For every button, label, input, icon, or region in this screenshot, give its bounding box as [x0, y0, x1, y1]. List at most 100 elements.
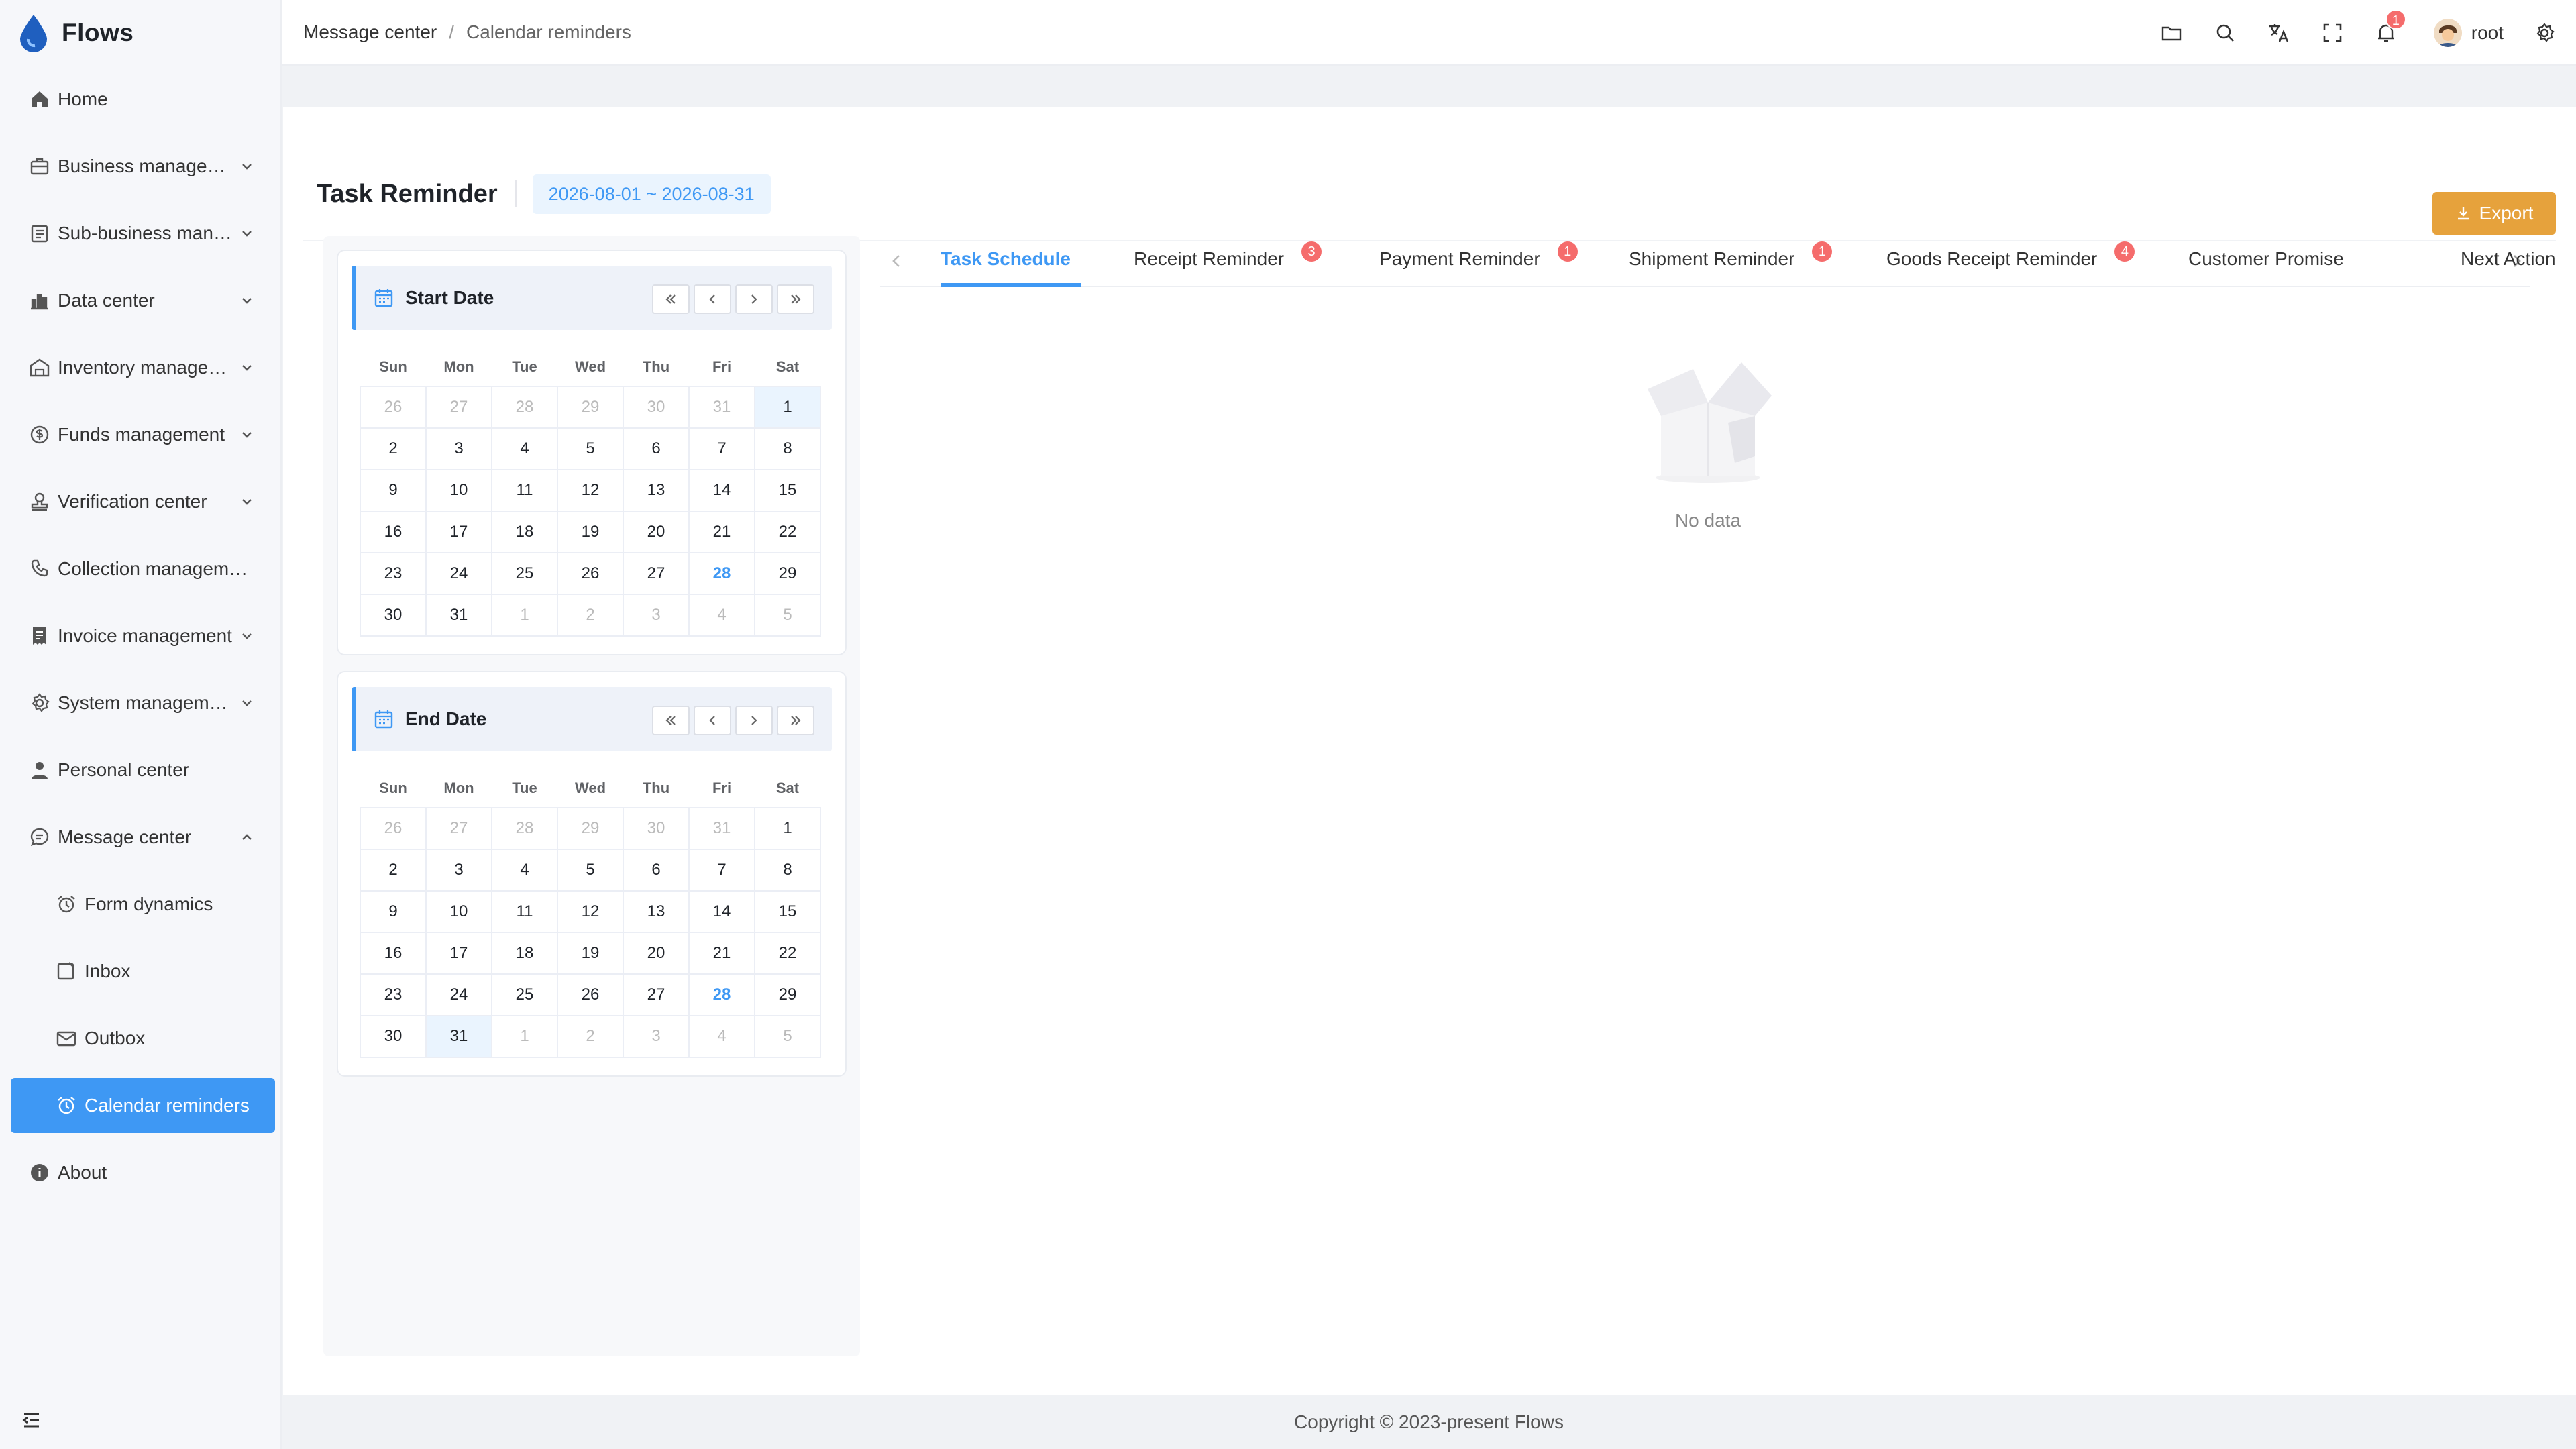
- calendar-day[interactable]: 19: [557, 511, 624, 553]
- calendar-day[interactable]: 28: [491, 386, 558, 429]
- calendar-day[interactable]: 30: [623, 807, 690, 850]
- calendar-day[interactable]: 3: [623, 1015, 690, 1058]
- calendar-day[interactable]: 2: [557, 594, 624, 637]
- calendar-day[interactable]: 26: [557, 973, 624, 1016]
- prev-year-button[interactable]: [652, 284, 690, 314]
- calendar-day[interactable]: 18: [491, 932, 558, 975]
- calendar-day[interactable]: 27: [425, 807, 492, 850]
- calendar-day[interactable]: 30: [360, 1015, 427, 1058]
- translate-icon[interactable]: [2267, 21, 2290, 44]
- calendar-day[interactable]: 30: [360, 594, 427, 637]
- calendar-day[interactable]: 14: [688, 890, 755, 933]
- calendar-day[interactable]: 20: [623, 932, 690, 975]
- calendar-day[interactable]: 1: [754, 386, 821, 429]
- folder-icon[interactable]: [2160, 21, 2183, 44]
- calendar-day[interactable]: 12: [557, 890, 624, 933]
- calendar-day[interactable]: 1: [491, 1015, 558, 1058]
- calendar-day[interactable]: 27: [425, 386, 492, 429]
- calendar-day[interactable]: 9: [360, 469, 427, 512]
- calendar-day[interactable]: 24: [425, 552, 492, 595]
- calendar-day[interactable]: 28: [491, 807, 558, 850]
- prev-month-button[interactable]: [694, 284, 731, 314]
- calendar-day[interactable]: 4: [491, 427, 558, 470]
- calendar-day[interactable]: 16: [360, 932, 427, 975]
- tab-shipment-reminder[interactable]: Shipment Reminder 1: [1629, 241, 1833, 270]
- next-year-button[interactable]: [777, 706, 814, 735]
- calendar-day[interactable]: 5: [557, 427, 624, 470]
- calendar-day[interactable]: 10: [425, 890, 492, 933]
- next-month-button[interactable]: [735, 706, 773, 735]
- calendar-day[interactable]: 26: [360, 807, 427, 850]
- calendar-day[interactable]: 29: [754, 973, 821, 1016]
- settings-gear-icon[interactable]: [2533, 21, 2556, 44]
- calendar-day[interactable]: 31: [425, 1015, 492, 1058]
- sidebar-item-about[interactable]: About: [0, 1139, 280, 1206]
- calendar-day[interactable]: 21: [688, 511, 755, 553]
- sidebar-item-system-management[interactable]: System management: [0, 669, 280, 737]
- calendar-day[interactable]: 13: [623, 890, 690, 933]
- calendar-day[interactable]: 1: [754, 807, 821, 850]
- sidebar-item-personal-center[interactable]: Personal center: [0, 737, 280, 804]
- calendar-day[interactable]: 17: [425, 932, 492, 975]
- calendar-day[interactable]: 16: [360, 511, 427, 553]
- calendar-day[interactable]: 8: [754, 427, 821, 470]
- calendar-day[interactable]: 19: [557, 932, 624, 975]
- calendar-day[interactable]: 26: [360, 386, 427, 429]
- calendar-day[interactable]: 18: [491, 511, 558, 553]
- calendar-day[interactable]: 15: [754, 469, 821, 512]
- calendar-day[interactable]: 5: [754, 594, 821, 637]
- calendar-day[interactable]: 14: [688, 469, 755, 512]
- sidebar-item-collection-management[interactable]: Collection management: [0, 535, 280, 602]
- calendar-day[interactable]: 26: [557, 552, 624, 595]
- calendar-day[interactable]: 21: [688, 932, 755, 975]
- calendar-day[interactable]: 8: [754, 849, 821, 892]
- calendar-day[interactable]: 27: [623, 973, 690, 1016]
- calendar-day[interactable]: 11: [491, 890, 558, 933]
- calendar-day[interactable]: 6: [623, 849, 690, 892]
- tab-customer-promise[interactable]: Customer Promise: [2188, 248, 2344, 270]
- calendar-day[interactable]: 29: [557, 386, 624, 429]
- tab-next-action[interactable]: Next Action: [2461, 248, 2572, 270]
- tab-payment-reminder[interactable]: Payment Reminder 1: [1379, 241, 1578, 270]
- tab-task-schedule[interactable]: Task Schedule: [941, 248, 1071, 270]
- calendar-day[interactable]: 1: [491, 594, 558, 637]
- calendar-day[interactable]: 28: [688, 973, 755, 1016]
- sidebar-item-inventory-management[interactable]: Inventory management: [0, 334, 280, 401]
- calendar-day[interactable]: 27: [623, 552, 690, 595]
- avatar[interactable]: [2433, 19, 2462, 47]
- export-button[interactable]: Export: [2432, 192, 2556, 235]
- sidebar-item-verification-center[interactable]: Verification center: [0, 468, 280, 535]
- calendar-day[interactable]: 24: [425, 973, 492, 1016]
- sidebar-item-data-center[interactable]: Data center: [0, 267, 280, 334]
- calendar-day[interactable]: 25: [491, 552, 558, 595]
- sidebar-item-business-management[interactable]: Business management: [0, 133, 280, 200]
- calendar-day[interactable]: 31: [425, 594, 492, 637]
- calendar-day[interactable]: 22: [754, 511, 821, 553]
- sidebar-item-inbox[interactable]: Inbox: [0, 938, 280, 1005]
- calendar-day[interactable]: 2: [360, 849, 427, 892]
- logo[interactable]: Flows: [0, 0, 280, 66]
- sidebar-item-calendar-reminders[interactable]: Calendar reminders: [11, 1078, 275, 1133]
- calendar-day[interactable]: 6: [623, 427, 690, 470]
- calendar-day[interactable]: 25: [491, 973, 558, 1016]
- calendar-day[interactable]: 29: [557, 807, 624, 850]
- calendar-day[interactable]: 9: [360, 890, 427, 933]
- calendar-day[interactable]: 23: [360, 973, 427, 1016]
- calendar-day[interactable]: 4: [491, 849, 558, 892]
- calendar-day[interactable]: 4: [688, 594, 755, 637]
- sidebar-item-sub-business-management[interactable]: Sub-business management: [0, 200, 280, 267]
- calendar-day[interactable]: 7: [688, 849, 755, 892]
- next-month-button[interactable]: [735, 284, 773, 314]
- calendar-day[interactable]: 28: [688, 552, 755, 595]
- tab-receipt-reminder[interactable]: Receipt Reminder 3: [1134, 241, 1322, 270]
- sidebar-item-message-center[interactable]: Message center: [0, 804, 280, 871]
- calendar-day[interactable]: 3: [425, 849, 492, 892]
- calendar-day[interactable]: 17: [425, 511, 492, 553]
- breadcrumb-item-message-center[interactable]: Message center: [303, 21, 437, 43]
- sidebar-item-funds-management[interactable]: Funds management: [0, 401, 280, 468]
- calendar-day[interactable]: 10: [425, 469, 492, 512]
- tab-goods-receipt-reminder[interactable]: Goods Receipt Reminder 4: [1886, 241, 2135, 270]
- calendar-day[interactable]: 7: [688, 427, 755, 470]
- calendar-day[interactable]: 31: [688, 807, 755, 850]
- user-name[interactable]: root: [2471, 22, 2504, 44]
